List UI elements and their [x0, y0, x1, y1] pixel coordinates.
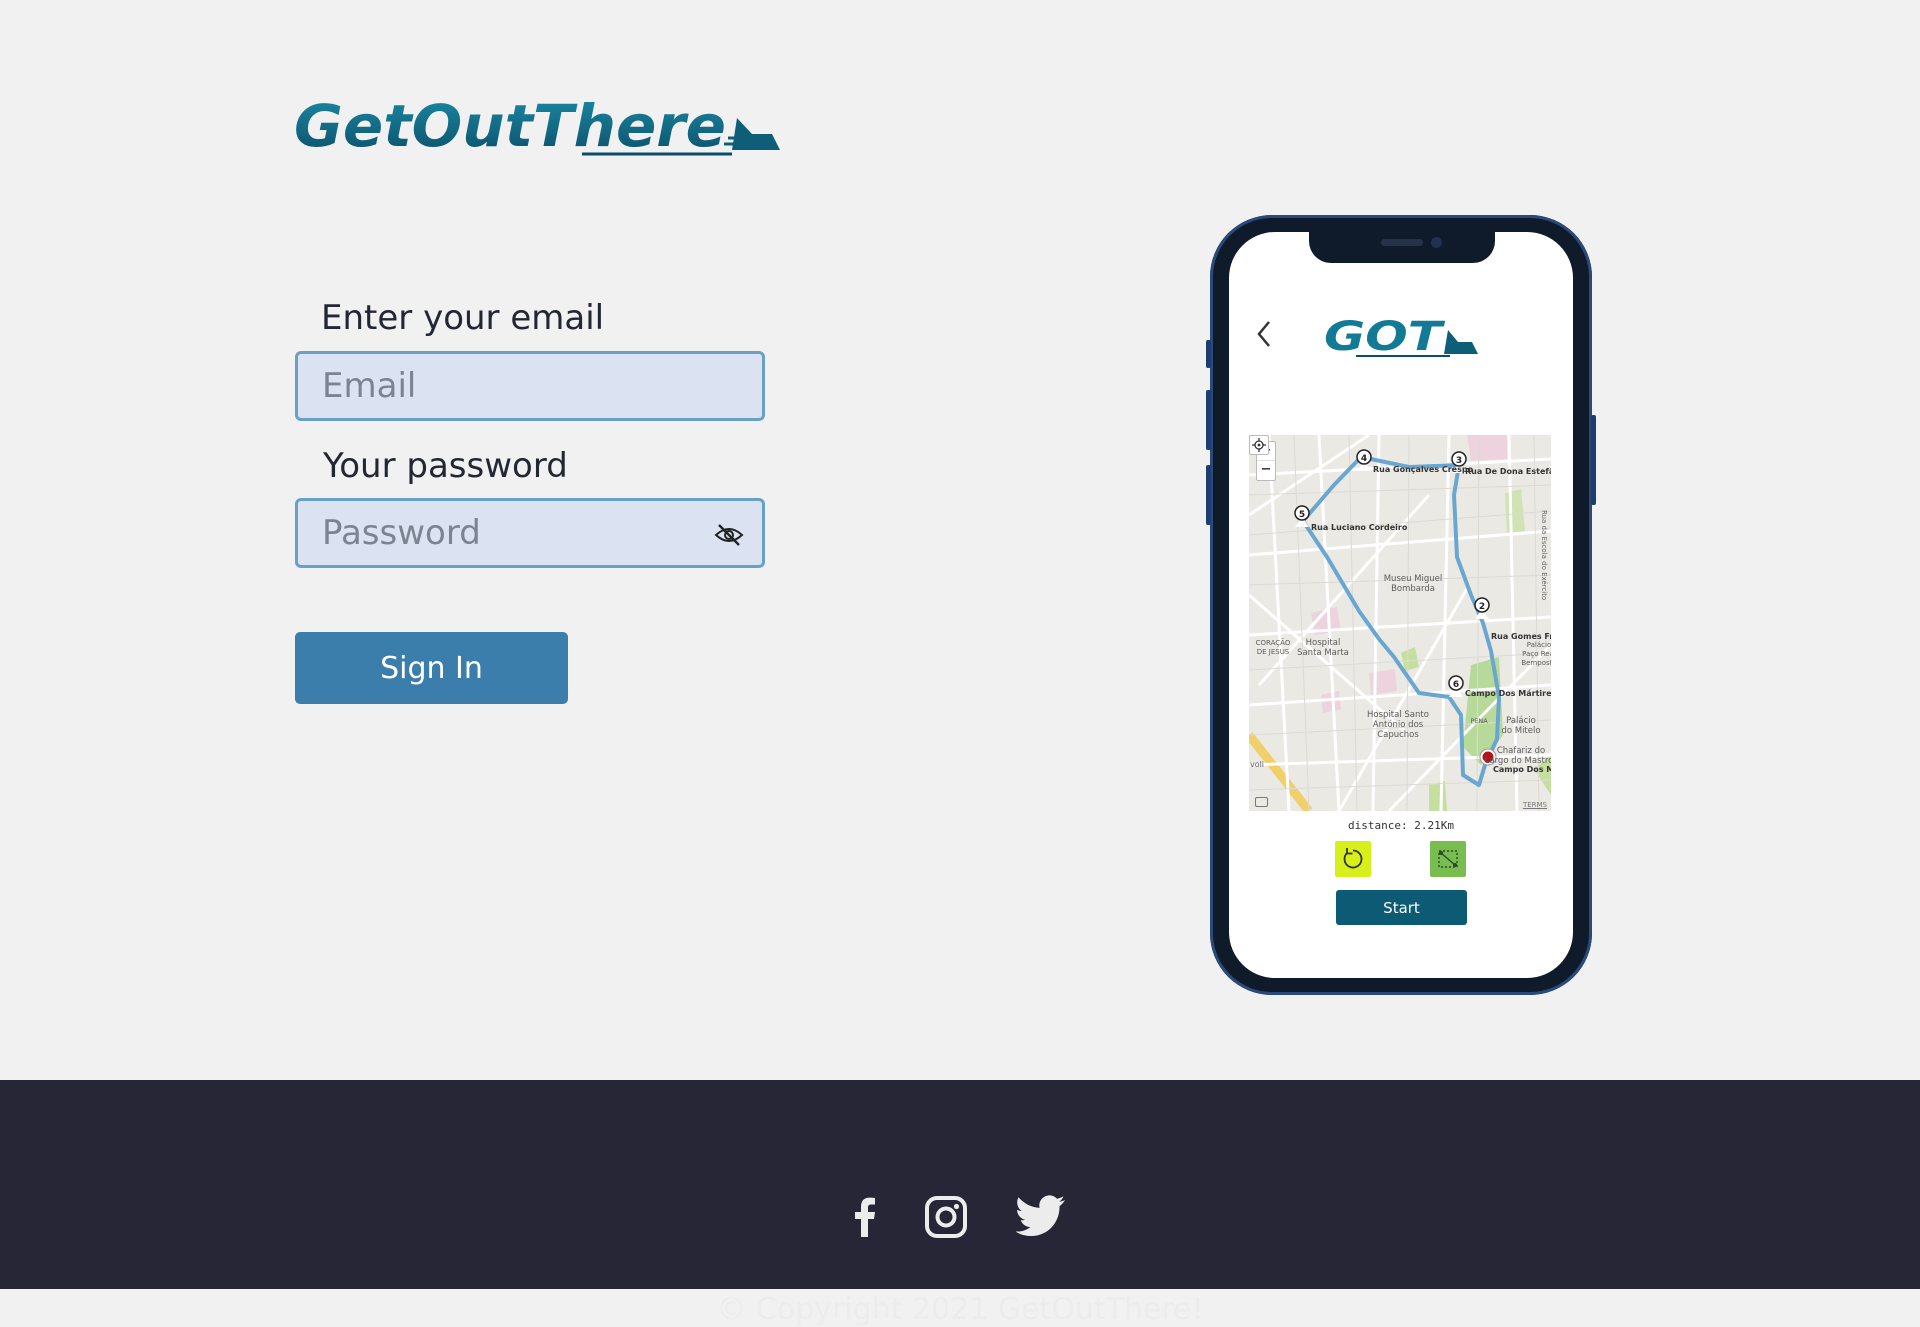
svg-text:4: 4: [1361, 454, 1367, 464]
got-logo: GOT: [1324, 314, 1478, 360]
password-label: Your password: [323, 446, 568, 486]
svg-text:Hospital Santo: Hospital Santo: [1367, 710, 1429, 720]
route-distance: distance: 2.21Km: [1348, 819, 1454, 832]
svg-text:Capuchos: Capuchos: [1377, 730, 1419, 740]
email-label: Enter your email: [321, 298, 605, 338]
svg-text:6: 6: [1453, 680, 1459, 690]
svg-text:5: 5: [1299, 510, 1305, 520]
refresh-route-button[interactable]: [1335, 841, 1371, 877]
svg-text:Palácio: Palácio: [1527, 641, 1551, 649]
svg-text:Palácio: Palácio: [1506, 716, 1536, 726]
refresh-icon: [1343, 848, 1363, 869]
svg-text:DE JESUS: DE JESUS: [1257, 648, 1290, 656]
locate-icon[interactable]: [1249, 435, 1269, 455]
svg-text:Rua Gonçalves Crespo: Rua Gonçalves Crespo: [1373, 465, 1474, 474]
svg-text:Paço Real: Paço Real: [1522, 650, 1551, 658]
facebook-icon[interactable]: [843, 1195, 887, 1239]
back-chevron-icon[interactable]: [1254, 318, 1274, 350]
twitter-icon[interactable]: [1016, 1195, 1066, 1239]
start-button[interactable]: Start: [1336, 890, 1467, 925]
svg-text:Santa Marta: Santa Marta: [1297, 648, 1349, 658]
zoom-out-button[interactable]: −: [1257, 460, 1275, 479]
svg-text:do Mitelo: do Mitelo: [1501, 726, 1540, 736]
logo-wordmark: GetOutThere: [294, 94, 726, 160]
svg-text:Campo Dos Mártires: Campo Dos Mártires: [1465, 689, 1551, 698]
phone-mockup: GOT 2 3 4 5 6 Rua Gonçalves Crespo Rua D…: [1206, 215, 1596, 995]
svg-text:Museu Miguel: Museu Miguel: [1384, 574, 1443, 584]
svg-text:voli: voli: [1250, 760, 1264, 769]
eye-off-icon[interactable]: [714, 523, 744, 547]
copyright-text: © Copyright 2021 GetOutThere!: [716, 1292, 1204, 1327]
map-terms-link[interactable]: TERMS: [1523, 801, 1547, 809]
getoutthere-logo: GetOutThere: [294, 94, 780, 160]
svg-text:Bemposta: Bemposta: [1521, 659, 1551, 667]
password-field-box: [295, 498, 765, 568]
sign-in-button[interactable]: Sign In: [295, 632, 568, 704]
route-icon: [1438, 850, 1458, 868]
svg-text:Rua Gomes Freire: Rua Gomes Freire: [1491, 632, 1551, 641]
edit-route-button[interactable]: [1430, 841, 1466, 877]
got-wordmark: GOT: [1324, 314, 1445, 360]
footer: © Copyright 2021 GetOutThere!: [0, 1080, 1920, 1327]
phone-notch: [1309, 232, 1495, 263]
svg-text:Rua De Dona Estefânia: Rua De Dona Estefânia: [1465, 467, 1551, 476]
instagram-icon[interactable]: [924, 1195, 968, 1239]
map-info-icon[interactable]: [1255, 797, 1268, 807]
svg-text:Bombarda: Bombarda: [1391, 584, 1435, 594]
email-field-box: [295, 351, 765, 421]
phone-screen: GOT 2 3 4 5 6 Rua Gonçalves Crespo Rua D…: [1229, 232, 1573, 978]
svg-text:Largo do Mastro: Largo do Mastro: [1485, 756, 1551, 766]
svg-text:Rua da Escola do Exército: Rua da Escola do Exército: [1540, 510, 1548, 600]
email-input[interactable]: [298, 354, 762, 418]
svg-text:Hospital: Hospital: [1306, 638, 1341, 648]
svg-text:Rua Luciano Cordeiro: Rua Luciano Cordeiro: [1311, 523, 1408, 532]
svg-text:PENA: PENA: [1470, 717, 1488, 725]
svg-text:CORAÇÃO: CORAÇÃO: [1256, 638, 1291, 647]
route-map[interactable]: 2 3 4 5 6 Rua Gonçalves Crespo Rua De Do…: [1249, 435, 1551, 811]
svg-text:António dos: António dos: [1373, 719, 1424, 730]
svg-text:Chafariz do: Chafariz do: [1497, 746, 1545, 756]
svg-text:2: 2: [1479, 602, 1485, 612]
password-input[interactable]: [298, 501, 762, 565]
svg-text:Campo Dos Mártires: Campo Dos Mártires: [1493, 765, 1551, 774]
